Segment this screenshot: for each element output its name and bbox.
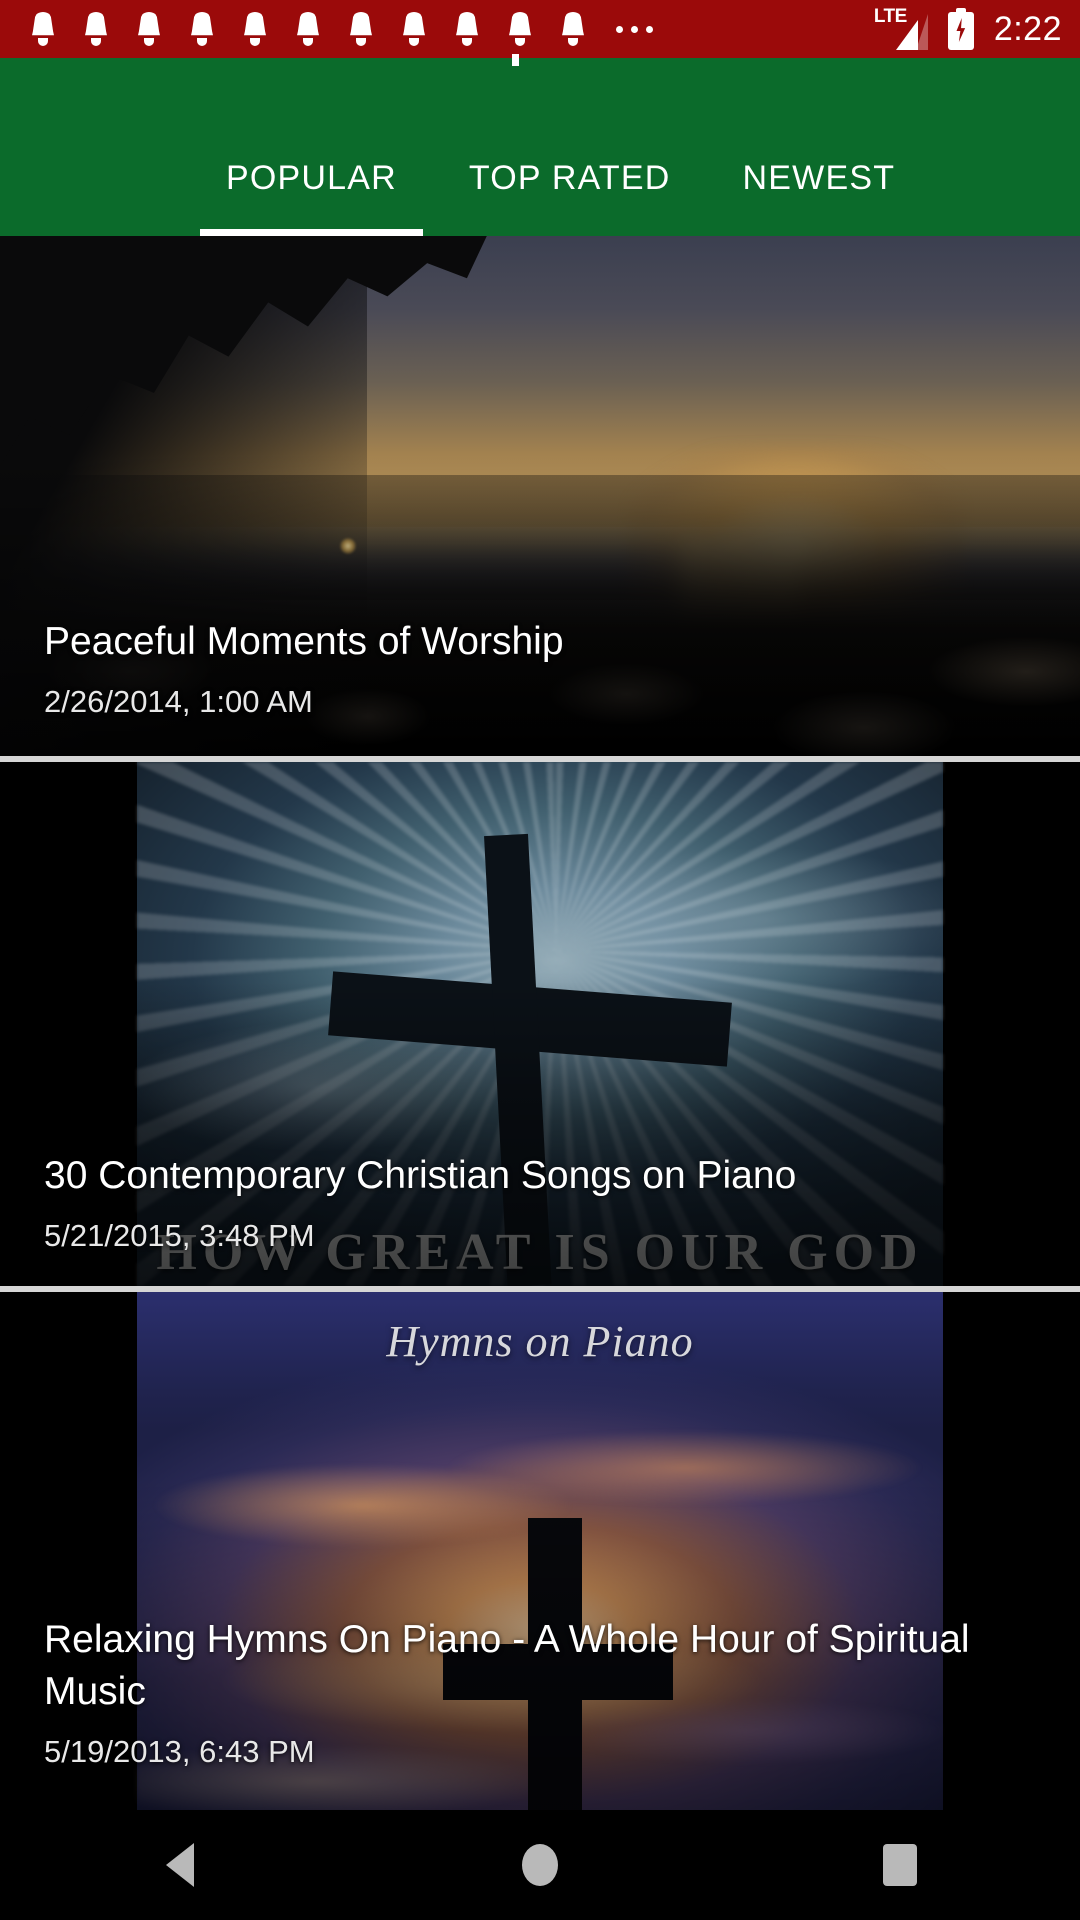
bell-icon xyxy=(401,12,427,46)
battery-charging-icon xyxy=(947,8,974,50)
bell-icon xyxy=(136,12,162,46)
recents-square-icon xyxy=(883,1844,917,1886)
list-item-title: 30 Contemporary Christian Songs on Piano xyxy=(44,1154,797,1197)
tab-popular-label: POPULAR xyxy=(226,159,397,197)
list-item[interactable]: HOW GREAT IS OUR GOD 30 Contemporary Chr… xyxy=(0,762,1080,1286)
android-navigation-bar xyxy=(0,1810,1080,1920)
bell-icon xyxy=(348,12,374,46)
bell-icon xyxy=(454,12,480,46)
list-item-meta: 30 Contemporary Christian Songs on Piano… xyxy=(44,1150,1050,1254)
thumbnail-overlay-text: Hymns on Piano xyxy=(386,1317,694,1366)
back-triangle-icon xyxy=(166,1843,194,1887)
tab-bar: POPULAR TOP RATED NEWEST xyxy=(0,54,1080,236)
home-circle-icon xyxy=(522,1844,558,1886)
tab-newest[interactable]: NEWEST xyxy=(707,58,932,236)
nav-home-button[interactable] xyxy=(440,1810,640,1920)
bell-icon xyxy=(507,12,533,46)
status-bar-clock: 2:22 xyxy=(993,9,1062,48)
list-item-date: 5/19/2013, 6:43 PM xyxy=(44,1734,315,1769)
more-notifications-icon xyxy=(616,25,653,33)
tab-newest-label: NEWEST xyxy=(742,159,896,197)
list-item-meta: Relaxing Hymns On Piano - A Whole Hour o… xyxy=(44,1614,1050,1770)
nav-back-button[interactable] xyxy=(80,1810,280,1920)
list-item-date: 2/26/2014, 1:00 AM xyxy=(44,684,313,719)
bell-icon xyxy=(30,12,56,46)
video-list[interactable]: Peaceful Moments of Worship 2/26/2014, 1… xyxy=(0,236,1080,1920)
tab-popular[interactable]: POPULAR xyxy=(190,58,433,236)
bell-icon xyxy=(560,12,586,46)
tab-top-rated-label: TOP RATED xyxy=(468,159,671,197)
bell-icon xyxy=(295,12,321,46)
notification-icons xyxy=(30,12,586,46)
list-item-date: 5/21/2015, 3:48 PM xyxy=(44,1218,315,1253)
tab-active-indicator xyxy=(200,229,423,236)
lte-signal-icon: LTE xyxy=(874,7,928,50)
list-item-title: Peaceful Moments of Worship xyxy=(44,620,564,663)
nav-recents-button[interactable] xyxy=(800,1810,1000,1920)
status-bar: LTE 2:22 xyxy=(0,0,1080,58)
list-item-meta: Peaceful Moments of Worship 2/26/2014, 1… xyxy=(44,616,1050,720)
tab-top-rated[interactable]: TOP RATED xyxy=(433,58,707,236)
bell-icon xyxy=(83,12,109,46)
status-bar-right: LTE 2:22 xyxy=(874,7,1062,50)
list-item[interactable]: Peaceful Moments of Worship 2/26/2014, 1… xyxy=(0,236,1080,756)
bell-icon xyxy=(189,12,215,46)
list-item-title: Relaxing Hymns On Piano - A Whole Hour o… xyxy=(44,1618,970,1713)
bell-icon xyxy=(242,12,268,46)
